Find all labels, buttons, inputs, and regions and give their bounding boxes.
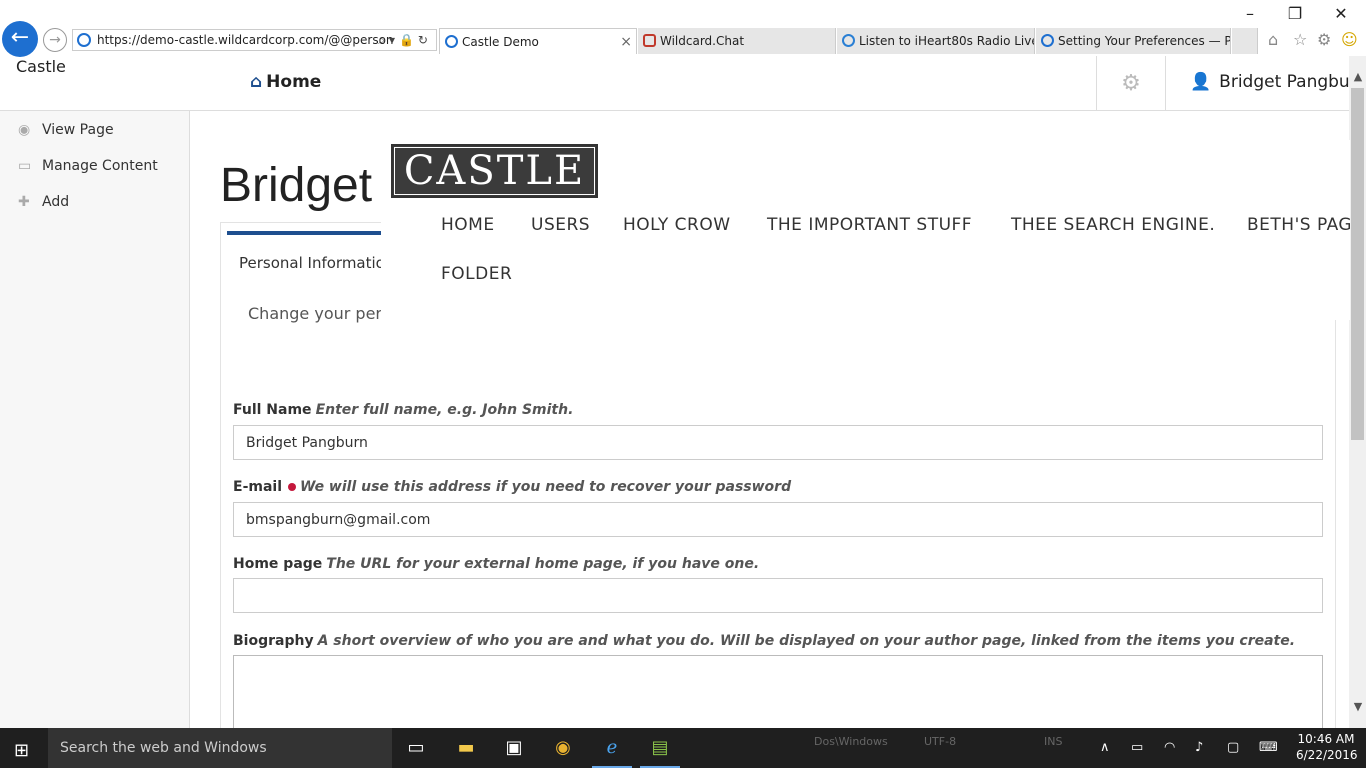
back-button[interactable]: ← (2, 21, 38, 57)
bg-status-text: INS (1044, 735, 1063, 748)
sidebar-item-label: View Page (42, 122, 114, 138)
sidebar-item-manage-content[interactable]: ▭ Manage Content (18, 158, 158, 174)
chat-tab-icon (643, 34, 656, 47)
taskbar: ⊞ Search the web and Windows Dos\Windows… (0, 728, 1366, 768)
clock-date: 6/22/2016 (1296, 748, 1358, 762)
tab-label: Wildcard.Chat (660, 34, 745, 48)
castle-logo[interactable]: CASTLE (391, 144, 598, 198)
wifi-icon[interactable]: ◠ (1164, 740, 1175, 755)
folder-icon: ▭ (18, 158, 32, 174)
tab-personal-information[interactable]: Personal Informatio (227, 231, 387, 291)
bg-status-text: UTF-8 (924, 735, 957, 748)
tab-setting-preferences[interactable]: Setting Your Preferences — Pl... (1036, 28, 1231, 54)
email-field[interactable] (233, 502, 1323, 537)
tab-label: Listen to iHeart80s Radio Live |... (859, 34, 1034, 48)
homepage-field[interactable] (233, 578, 1323, 613)
sidebar-item-label: Manage Content (42, 158, 158, 174)
smiley-feedback-icon[interactable]: ☺ (1341, 30, 1358, 49)
page-title: Bridget (220, 159, 373, 212)
scrollbar-thumb[interactable] (1351, 88, 1364, 440)
biography-textarea[interactable] (233, 655, 1323, 735)
forward-button[interactable]: → (43, 28, 67, 52)
browser-chrome: ← → https://demo-castle.wildcardcorp.com… (0, 0, 1366, 57)
required-dot-icon (288, 483, 297, 491)
battery-icon[interactable]: ▭ (1131, 740, 1143, 755)
address-bar[interactable]: https://demo-castle.wildcardcorp.com/@@p… (72, 29, 437, 51)
scroll-down-icon[interactable]: ▼ (1350, 700, 1366, 713)
tab-castle-demo[interactable]: Castle Demo × (439, 28, 637, 54)
fullname-label-text: Full Name (233, 402, 312, 418)
homepage-label: Home page The URL for your external home … (233, 556, 759, 572)
keyboard-icon[interactable]: ⌨ (1259, 740, 1278, 755)
castle-nav-beths-page[interactable]: BETH'S PAG (1247, 215, 1350, 235)
notepad-icon[interactable]: ▤ (640, 736, 680, 768)
clock-time: 10:46 AM (1297, 732, 1355, 746)
plus-icon: ✚ (18, 194, 30, 210)
castle-nav-home[interactable]: HOME (441, 215, 495, 235)
user-menu[interactable]: 👤 Bridget Pangburn (1190, 72, 1366, 92)
castle-nav-search-engine[interactable]: THEE SEARCH ENGINE. (1011, 215, 1215, 235)
eye-icon: ◉ (18, 122, 31, 138)
close-tab-icon[interactable]: × (620, 29, 632, 54)
home-icon: ⌂ (250, 72, 263, 92)
email-label-text: E-mail (233, 479, 283, 495)
tab-wildcard-chat[interactable]: Wildcard.Chat (638, 28, 836, 54)
tab-iheart80s[interactable]: Listen to iHeart80s Radio Live |... (837, 28, 1035, 54)
store-icon[interactable]: ▣ (502, 736, 526, 760)
email-help: We will use this address if you need to … (300, 479, 792, 495)
site-brand[interactable]: Castle (16, 57, 66, 76)
homepage-label-text: Home page (233, 556, 323, 572)
castle-nav-users[interactable]: USERS (531, 215, 590, 235)
file-explorer-icon[interactable]: ▬ (454, 736, 478, 760)
home-label: Home (266, 72, 322, 92)
homepage-help: The URL for your external home page, if … (326, 556, 760, 572)
home-link[interactable]: ⌂ Home (250, 72, 321, 92)
settings-button[interactable]: ⚙ (1096, 56, 1166, 111)
chrome-icon[interactable]: ◉ (551, 736, 575, 760)
taskbar-search[interactable]: Search the web and Windows (48, 728, 392, 768)
windows-start-icon[interactable]: ⊞ (14, 740, 29, 761)
tab-label: Setting Your Preferences — Pl... (1058, 34, 1231, 48)
plone-tab-icon (1041, 34, 1054, 47)
internet-explorer-icon[interactable]: ℯ (592, 736, 632, 768)
volume-icon[interactable]: ♪ (1195, 740, 1203, 755)
castle-nav-folder[interactable]: FOLDER (441, 264, 512, 284)
task-view-icon[interactable]: ▭ (404, 736, 428, 760)
fullname-label: Full Name Enter full name, e.g. John Smit… (233, 402, 573, 418)
taskbar-clock[interactable]: 10:46 AM 6/22/2016 (1296, 731, 1358, 763)
form-subtitle: Change your perso (248, 304, 401, 323)
address-url[interactable]: https://demo-castle.wildcardcorp.com/@@p… (97, 33, 394, 47)
bg-status-text: Dos\Windows (814, 735, 888, 748)
address-tools-icon[interactable]: ⌕▾🔒↻ (378, 30, 432, 50)
settings-gear-icon[interactable]: ⚙ (1317, 30, 1331, 49)
minimize-icon[interactable]: – (1240, 4, 1260, 23)
castle-nav-holy-crow[interactable]: HOLY CROW (623, 215, 731, 235)
close-window-icon[interactable]: ✕ (1331, 4, 1351, 23)
notifications-icon[interactable]: ▢ (1227, 740, 1239, 755)
fullname-help: Enter full name, e.g. John Smith. (315, 402, 574, 418)
email-label: E-mail We will use this address if you ne… (233, 479, 791, 495)
sidebar-item-label: Add (42, 194, 70, 210)
sidebar-item-add[interactable]: ✚ Add (18, 194, 69, 210)
user-name: Bridget Pangburn (1219, 72, 1366, 92)
biography-label-text: Biography (233, 633, 314, 649)
biography-label: Biography A short overview of who you are… (233, 633, 1295, 649)
home-icon[interactable]: ⌂ (1268, 30, 1278, 49)
castle-tab-icon (445, 35, 458, 48)
favorites-star-icon[interactable]: ☆ (1293, 30, 1307, 49)
sidebar-item-view-page[interactable]: ◉ View Page (18, 122, 114, 138)
gear-icon: ⚙ (1121, 71, 1141, 96)
new-tab-button[interactable] (1232, 28, 1258, 54)
tray-chevron-icon[interactable]: ∧ (1100, 740, 1110, 755)
tab-label: Castle Demo (462, 35, 539, 49)
site-icon (77, 33, 91, 47)
biography-help: A short overview of who you are and what… (317, 633, 1296, 649)
ie-tab-icon (842, 34, 855, 47)
scroll-up-icon[interactable]: ▲ (1350, 70, 1366, 83)
restore-icon[interactable]: ❐ (1285, 4, 1305, 23)
castle-nav-important-stuff[interactable]: THE IMPORTANT STUFF (767, 215, 972, 235)
fullname-field[interactable] (233, 425, 1323, 460)
user-icon: 👤 (1190, 72, 1212, 92)
